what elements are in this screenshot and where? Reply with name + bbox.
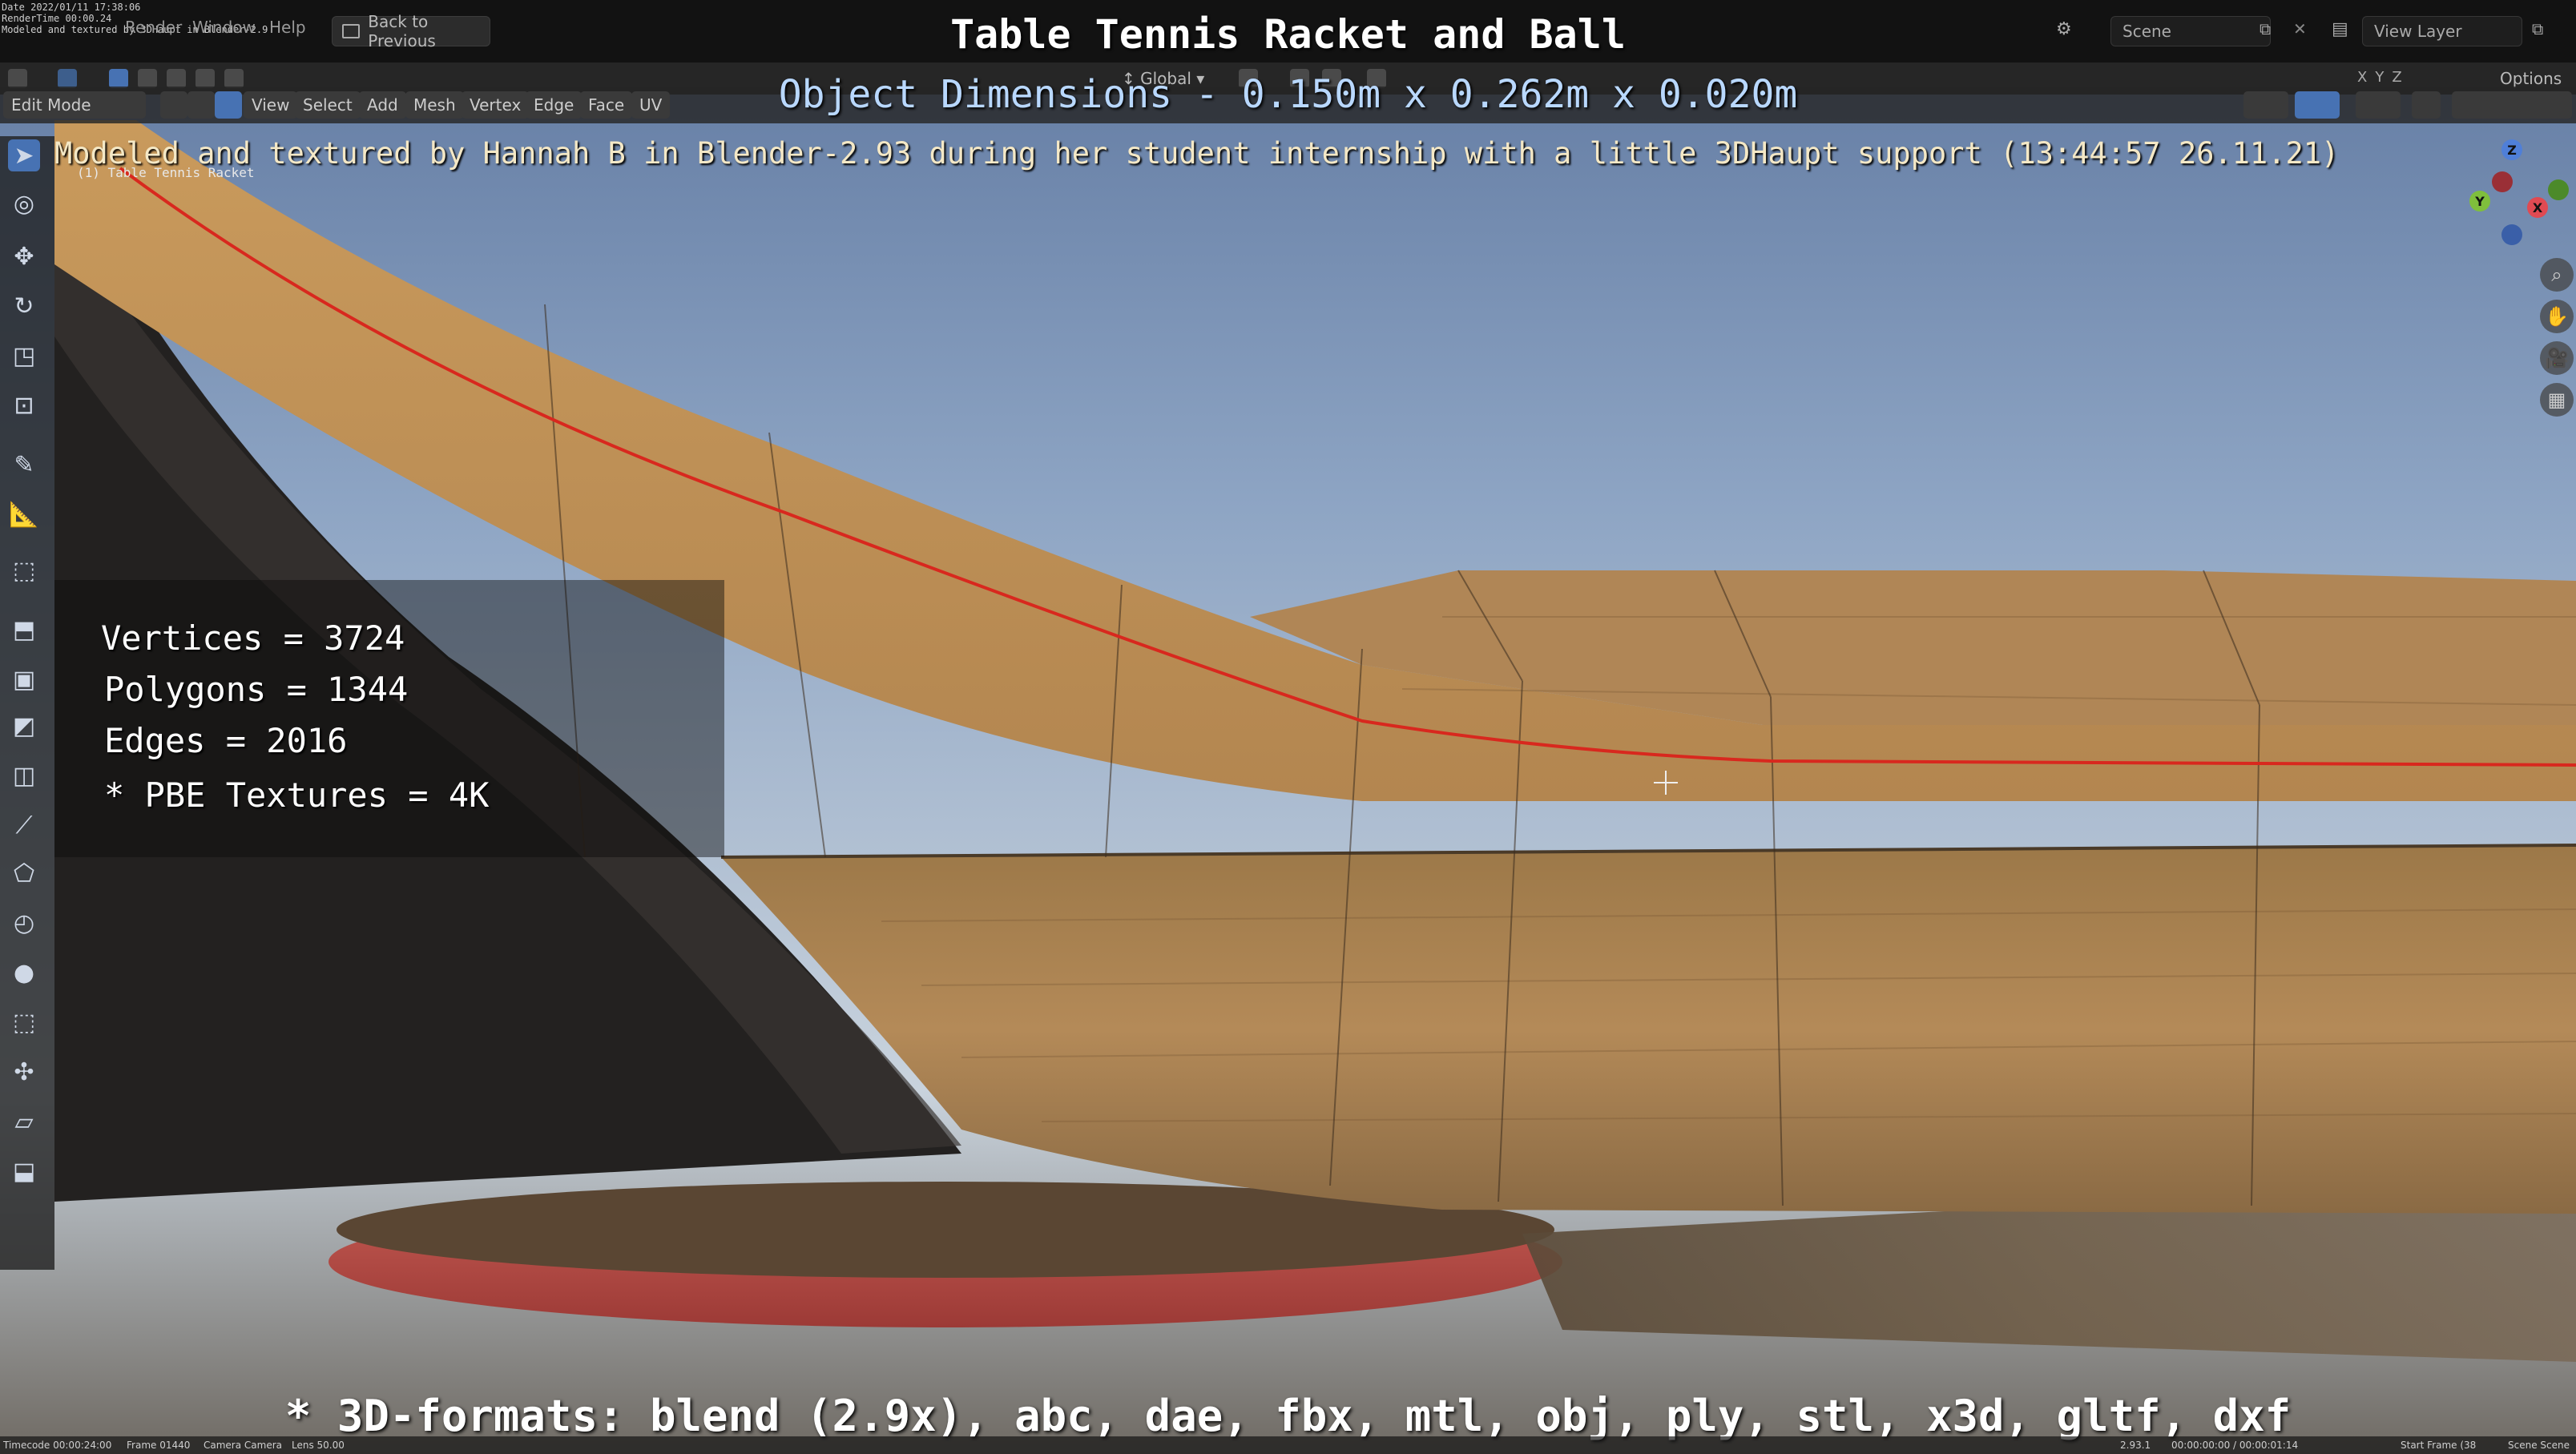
rotate-tool-icon[interactable]: ↻ [8, 290, 40, 322]
status-bar: Timecode 00:00:24:00 Frame 01440 Camera … [0, 1436, 2576, 1454]
measure-tool-icon[interactable]: 📐 [8, 498, 40, 530]
spin-tool-icon[interactable]: ◴ [8, 907, 40, 939]
inset-tool-icon[interactable]: ▣ [8, 663, 40, 695]
time-readout: 00:00:00:00 / 00:00:01:14 [2171, 1440, 2299, 1451]
rip-tool-icon[interactable]: ⬓ [8, 1155, 40, 1187]
edges-count: Edges = 2016 [104, 721, 348, 760]
formats-line: * 3D-formats: blend (2.9x), abc, dae, fb… [284, 1391, 2292, 1441]
shrink-fatten-tool-icon[interactable]: ✣ [8, 1056, 40, 1088]
page-title: Table Tennis Racket and Ball [950, 11, 1626, 58]
add-cube-tool-icon[interactable]: ⬚ [8, 554, 40, 586]
poly-build-tool-icon[interactable]: ⬠ [8, 857, 40, 889]
lens-value: Lens 50.00 [292, 1440, 345, 1451]
annotate-tool-icon[interactable]: ✎ [8, 449, 40, 481]
gizmo-neg-x[interactable] [2492, 171, 2513, 192]
transform-tool-icon[interactable]: ⊡ [8, 389, 40, 421]
edge-slide-tool-icon[interactable]: ⬚ [8, 1006, 40, 1038]
extrude-tool-icon[interactable]: ⬒ [8, 614, 40, 646]
3d-cursor-icon [1654, 771, 1678, 795]
pbe-textures-note: * PBE Textures = 4K [104, 775, 490, 815]
scene-readout: Scene Scene [2508, 1440, 2570, 1451]
gizmo-z-axis[interactable]: Z [2501, 139, 2522, 160]
shear-tool-icon[interactable]: ▱ [8, 1106, 40, 1138]
camera-view-icon[interactable]: 🎥 [2540, 341, 2574, 375]
zoom-icon[interactable]: ⌕ [2540, 258, 2574, 292]
navigation-gizmo[interactable]: Z Y X [2452, 136, 2572, 256]
pan-hand-icon[interactable]: ✋ [2540, 300, 2574, 333]
polygons-count: Polygons = 1344 [104, 670, 409, 709]
knife-tool-icon[interactable]: ⟋ [8, 809, 40, 841]
gizmo-neg-z[interactable] [2501, 224, 2522, 245]
object-dimensions: Object Dimensions - 0.150m x 0.262m x 0.… [778, 72, 1798, 117]
scale-tool-icon[interactable]: ◳ [8, 340, 40, 372]
loop-cut-tool-icon[interactable]: ◫ [8, 759, 40, 791]
move-tool-icon[interactable]: ✥ [8, 240, 40, 272]
gizmo-y-axis[interactable]: Y [2469, 191, 2490, 211]
bevel-tool-icon[interactable]: ◩ [8, 710, 40, 742]
cursor-tool-icon[interactable]: ◎ [8, 187, 40, 220]
gizmo-x-axis[interactable]: X [2527, 197, 2548, 218]
credit-line: Modeled and textured by Hannah B in Blen… [54, 136, 2340, 171]
timecode: Timecode 00:00:24:00 [3, 1440, 112, 1451]
select-tool-icon[interactable]: ➤ [8, 139, 40, 171]
start-frame: Start Frame (38 [2401, 1440, 2477, 1451]
frame-number: Frame 01440 [127, 1440, 191, 1451]
blender-version: 2.93.1 [2120, 1440, 2151, 1451]
camera-name: Camera Camera [204, 1440, 282, 1451]
vertices-count: Vertices = 3724 [101, 618, 405, 658]
perspective-grid-icon[interactable]: ▦ [2540, 383, 2574, 417]
gizmo-neg-y[interactable] [2548, 179, 2569, 200]
smooth-tool-icon[interactable]: ● [8, 957, 40, 989]
left-toolbar: ➤ ◎ ✥ ↻ ◳ ⊡ ✎ 📐 ⬚ ⬒ ▣ ◩ ◫ ⟋ ⬠ ◴ ● ⬚ ✣ ▱ … [0, 136, 54, 1270]
